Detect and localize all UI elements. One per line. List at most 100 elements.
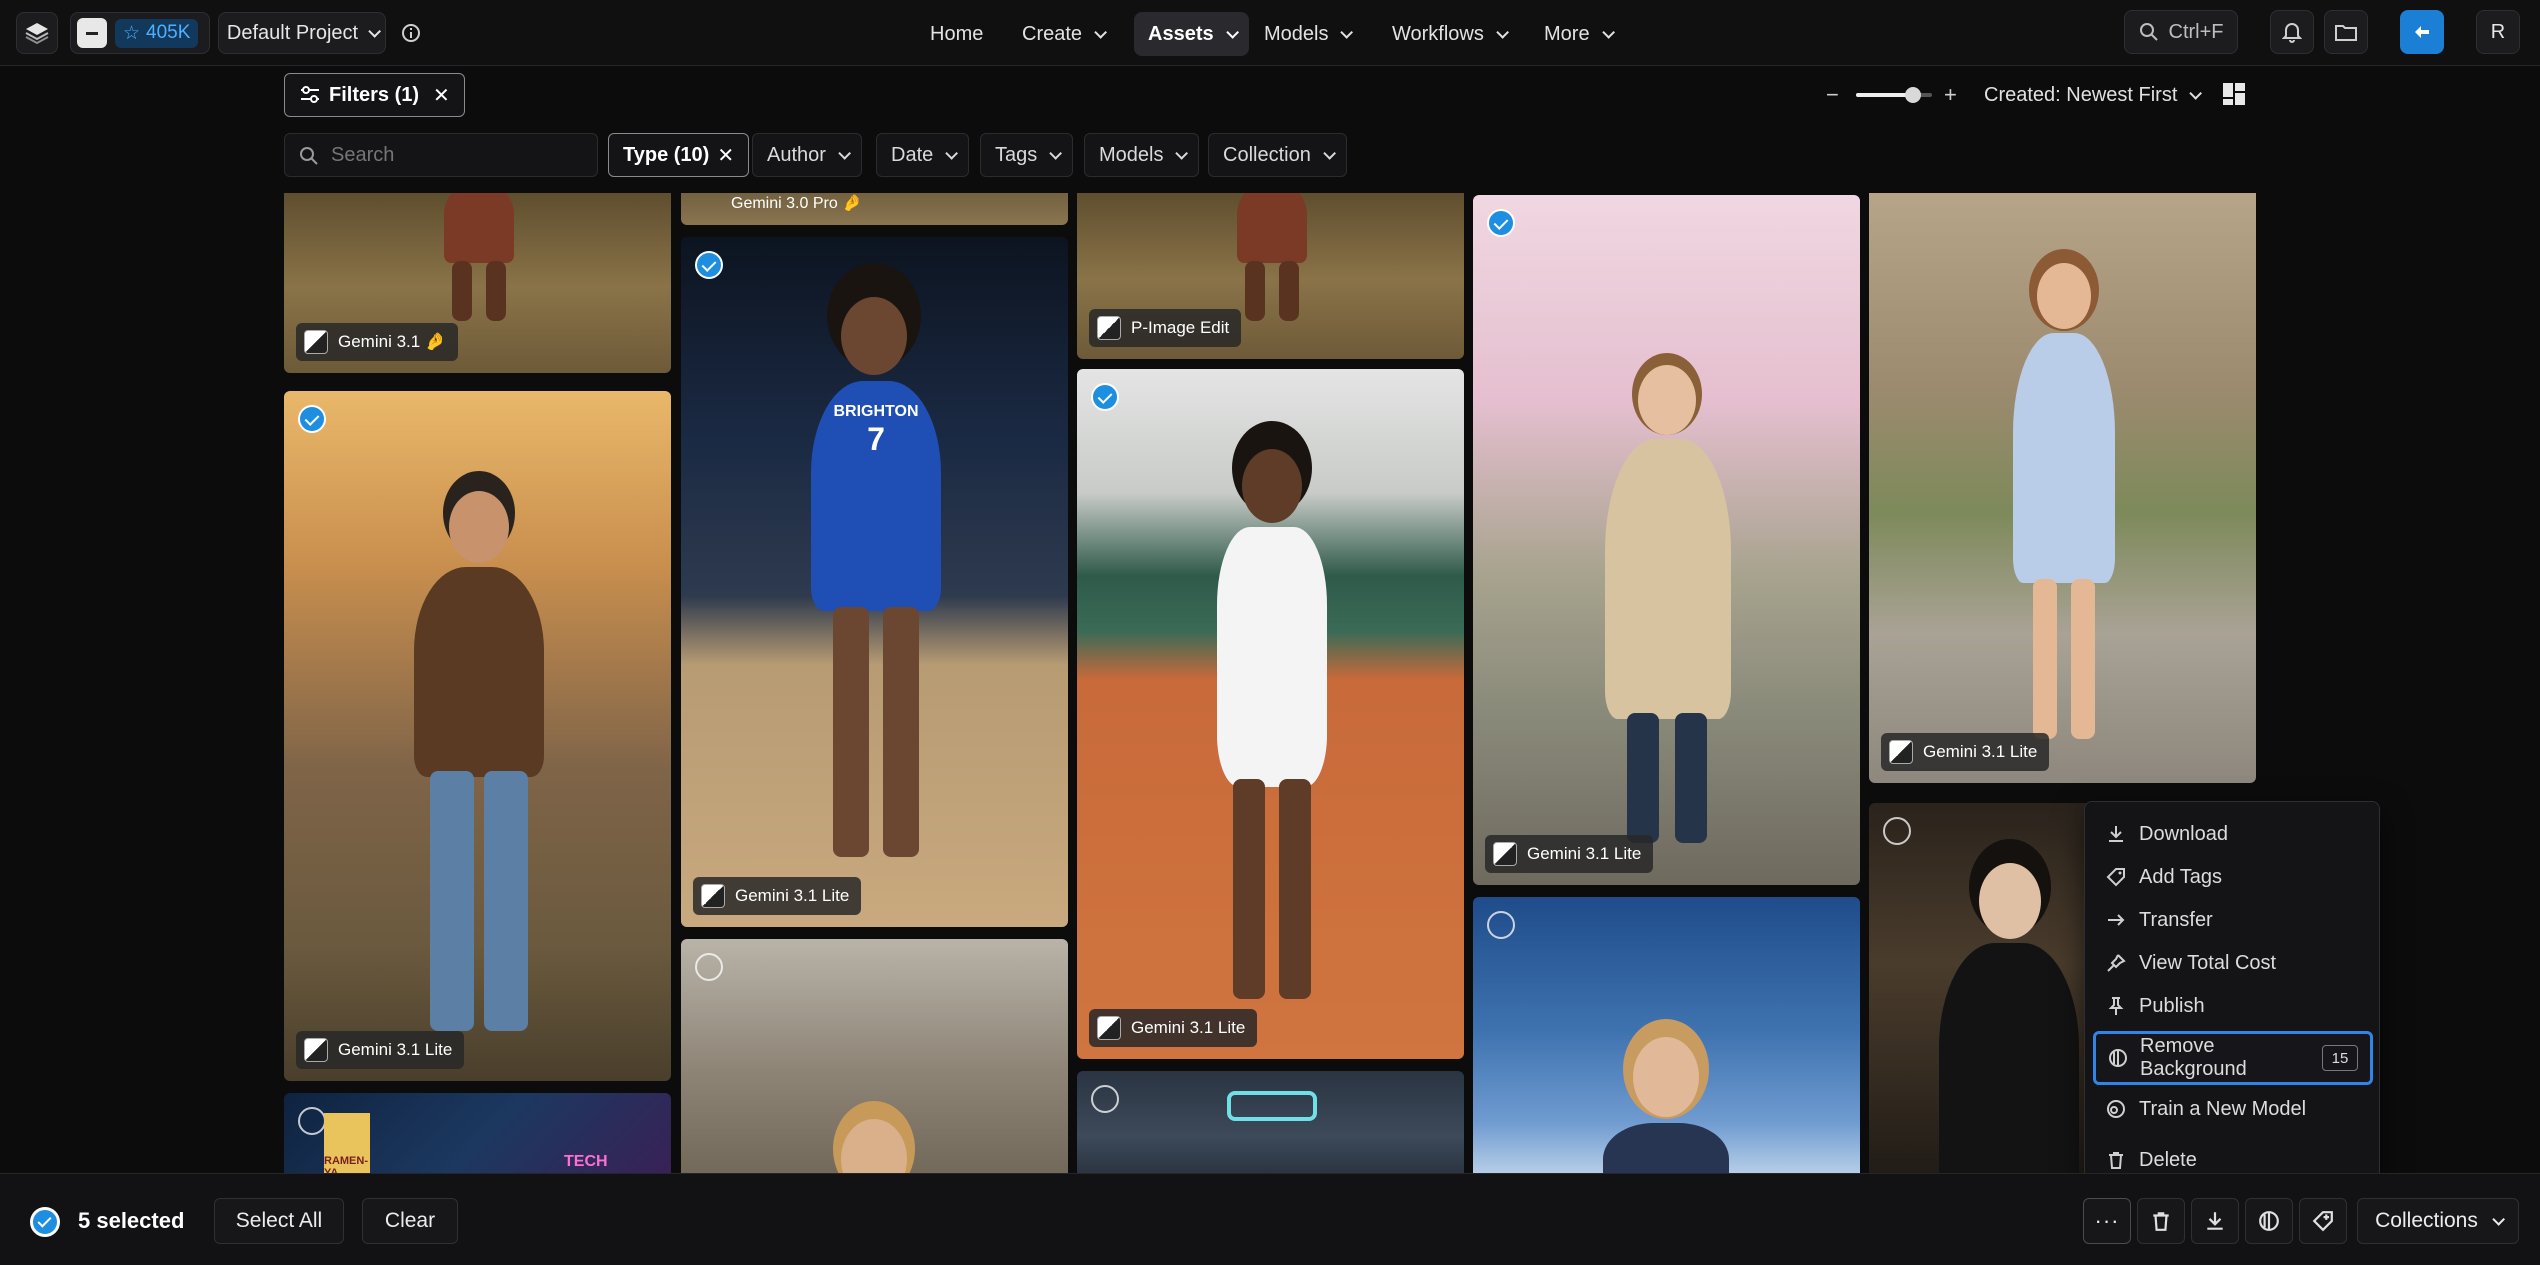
nav-more[interactable]: More [1530, 12, 1625, 56]
menu-item-download[interactable]: Download [2093, 812, 2373, 856]
search-input[interactable] [331, 140, 581, 170]
chevron-down-icon [1496, 25, 1509, 39]
filters-button[interactable]: Filters (1) ✕ [284, 73, 465, 117]
model-icon [1097, 1016, 1121, 1040]
asset-card[interactable]: BRIGHTON 7 Gemini 3.1 Lite [681, 237, 1068, 927]
asset-card[interactable] [1077, 1071, 1464, 1173]
remove-bg-icon [2259, 1211, 2279, 1231]
tuxedo [1939, 943, 2079, 1173]
quick-action-button[interactable] [2400, 10, 2444, 54]
sign-label-2: TECH [564, 1153, 608, 1170]
menu-item-train-model[interactable]: Train a New Model [2093, 1087, 2373, 1131]
add-tags-button[interactable] [2299, 1198, 2347, 1244]
collections-dropdown[interactable]: Collections [2357, 1198, 2519, 1244]
selection-checkbox[interactable] [695, 953, 723, 981]
selected-indicator [30, 1207, 60, 1237]
asset-image [1979, 863, 2041, 939]
selection-checkbox[interactable] [1091, 1085, 1119, 1113]
author-filter[interactable]: Author [752, 133, 862, 177]
models-filter-label: Models [1099, 143, 1164, 166]
asset-card[interactable]: P-Image Edit [1077, 193, 1464, 359]
close-icon[interactable]: ✕ [433, 83, 450, 108]
asset-card[interactable] [681, 939, 1068, 1173]
type-filter-label: Type (10) [623, 143, 710, 166]
asset-card[interactable]: Gemini 3.1 Lite [1473, 195, 1860, 885]
clear-button[interactable]: Clear [362, 1198, 458, 1244]
more-actions-button[interactable]: ··· [2083, 1198, 2131, 1244]
asset-card[interactable]: Gemini 3.0 Pro 🤌 [681, 193, 1068, 225]
menu-item-add-tags[interactable]: Add Tags [2093, 855, 2373, 899]
menu-item-label: Train a New Model [2139, 1097, 2307, 1120]
notifications-button[interactable] [2270, 10, 2314, 54]
selection-checkbox[interactable] [1091, 383, 1119, 411]
nav-workflows[interactable]: Workflows [1378, 12, 1519, 56]
nav-assets[interactable]: Assets [1134, 12, 1249, 56]
sort-dropdown[interactable]: Created: Newest First [1984, 80, 2203, 110]
delete-button[interactable] [2137, 1198, 2185, 1244]
trash-icon [2105, 1149, 2127, 1171]
tags-filter[interactable]: Tags [980, 133, 1074, 177]
folder-icon [2335, 25, 2357, 41]
nav-home-label: Home [930, 22, 984, 45]
asset-card[interactable]: RAMEN-YA TECH [284, 1093, 671, 1173]
close-icon[interactable]: ✕ [717, 143, 734, 168]
menu-item-transfer[interactable]: Transfer [2093, 898, 2373, 942]
info-icon[interactable] [396, 18, 426, 48]
global-search-button[interactable]: Ctrl+F [2124, 10, 2238, 54]
folder-button[interactable] [2324, 10, 2368, 54]
tags-filter-label: Tags [995, 143, 1038, 166]
zoom-in-icon[interactable]: + [1944, 82, 1957, 108]
selection-checkbox[interactable] [298, 405, 326, 433]
credits-badge[interactable]: ☆ 405K [115, 18, 199, 48]
user-avatar[interactable]: R [2476, 10, 2520, 54]
zoom-out-icon[interactable]: − [1826, 82, 1839, 108]
jersey: BRIGHTON 7 [811, 381, 941, 611]
menu-item-remove-background[interactable]: Remove Background 15 [2093, 1031, 2373, 1085]
author-filter-label: Author [767, 143, 826, 166]
asset-card[interactable]: Gemini 3.1 🤌 [284, 193, 671, 373]
nav-models[interactable]: Models [1250, 12, 1363, 56]
date-filter[interactable]: Date [876, 133, 970, 177]
menu-item-view-total-cost[interactable]: View Total Cost [2093, 941, 2373, 985]
neon-sign: RAMEN-YA [324, 1113, 370, 1173]
selection-checkbox[interactable] [298, 1107, 326, 1135]
layout-toggle[interactable] [2222, 82, 2246, 106]
menu-item-label: Publish [2139, 994, 2205, 1017]
menu-item-publish[interactable]: Publish [2093, 984, 2373, 1028]
menu-item-label: Remove Background [2140, 1035, 2247, 1080]
selection-checkbox[interactable] [695, 251, 723, 279]
app-logo[interactable] [16, 12, 58, 54]
nav-create[interactable]: Create [1008, 12, 1117, 56]
asset-card[interactable] [1473, 897, 1860, 1173]
asset-card[interactable]: Gemini 3.1 Lite [1869, 193, 2256, 783]
project-selector[interactable]: Default Project [218, 12, 386, 54]
chevron-down-icon [945, 146, 959, 160]
select-all-button[interactable]: Select All [214, 1198, 344, 1244]
model-tag: Gemini 3.1 Lite [1881, 733, 2050, 771]
zoom-slider-handle[interactable] [1905, 87, 1921, 103]
trash-icon [2153, 1212, 2169, 1231]
model-tag-label: Gemini 3.1 Lite [1923, 742, 2038, 761]
model-tag-label: Gemini 3.1 Lite [1527, 844, 1642, 863]
asset-image [841, 1119, 907, 1173]
type-filter[interactable]: Type (10) ✕ [608, 133, 750, 177]
minus-icon[interactable] [77, 18, 107, 48]
top-navbar: ☆ 405K Default Project Home Create Asset… [0, 0, 2540, 66]
nav-home[interactable]: Home [916, 12, 997, 56]
sort-label: Created: Newest First [1984, 83, 2178, 106]
asset-card[interactable]: Gemini 3.1 Lite [284, 391, 671, 1081]
collection-filter[interactable]: Collection [1208, 133, 1347, 177]
clear-label: Clear [384, 1209, 436, 1232]
remove-background-button[interactable] [2245, 1198, 2293, 1244]
selection-checkbox[interactable] [1487, 209, 1515, 237]
selection-checkbox[interactable] [1487, 911, 1515, 939]
zoom-slider[interactable] [1856, 87, 1932, 103]
models-filter[interactable]: Models [1084, 133, 1200, 177]
more-icon: ··· [2094, 1208, 2120, 1233]
selection-checkbox[interactable] [1883, 817, 1911, 845]
asset-card[interactable]: Gemini 3.1 Lite [1077, 369, 1464, 1059]
chevron-down-icon [1094, 25, 1108, 39]
jacket [1603, 1123, 1729, 1173]
download-button[interactable] [2191, 1198, 2239, 1244]
download-icon [2207, 1212, 2223, 1230]
